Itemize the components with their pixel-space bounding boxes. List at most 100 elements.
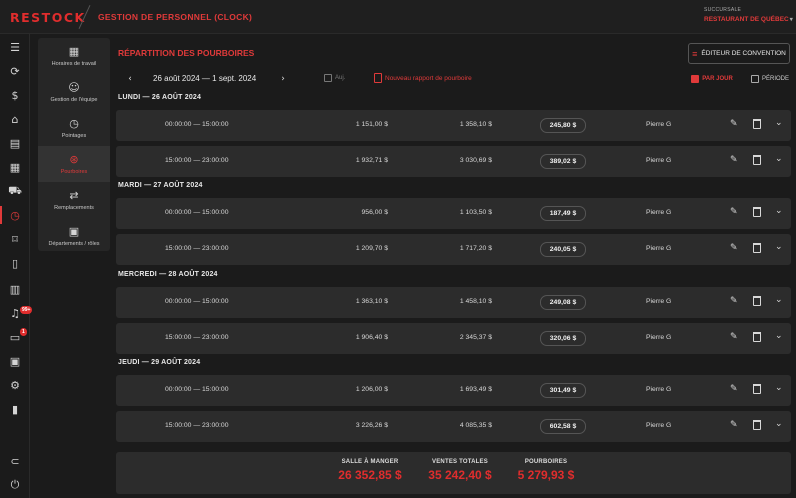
- calendar-icon: [750, 75, 759, 83]
- branch-selector[interactable]: RESTAURANT DE QUÉBEC▾: [704, 16, 793, 23]
- tag-icon[interactable]: ⌑: [0, 228, 30, 250]
- tip-amount[interactable]: 187,49 $: [540, 206, 586, 221]
- chevron-down-icon[interactable]: ⌄: [775, 419, 783, 429]
- total-dining-value: 26 352,85 $: [338, 468, 402, 482]
- chevron-down-icon[interactable]: ⌄: [775, 383, 783, 393]
- trash-icon[interactable]: ▯: [0, 252, 30, 274]
- edit-icon[interactable]: ✎: [730, 119, 738, 129]
- toggle-icon[interactable]: ⊂: [0, 450, 30, 472]
- new-tip-report-button[interactable]: Nouveau rapport de pourboire: [374, 73, 472, 83]
- trash-icon[interactable]: [753, 155, 761, 165]
- chevron-down-icon[interactable]: ⌄: [775, 331, 783, 341]
- submenu-item-team[interactable]: ☺ Gestion de l'équipe: [38, 74, 110, 110]
- convention-editor-button[interactable]: ≡ ÉDITEUR DE CONVENTION: [688, 43, 790, 64]
- submenu-item-replacements[interactable]: ⇄ Remplacements: [38, 182, 110, 218]
- tip-amount[interactable]: 240,05 $: [540, 242, 586, 257]
- dollar-icon: ⊛: [69, 152, 79, 166]
- trash-icon[interactable]: [753, 420, 761, 430]
- edit-icon[interactable]: ✎: [730, 155, 738, 165]
- tip-amount[interactable]: 602,58 $: [540, 419, 586, 434]
- next-week-button[interactable]: ›: [276, 72, 290, 86]
- employee-name: Pierre G: [646, 209, 672, 216]
- sales-amount: 4 085,35 $: [459, 422, 492, 429]
- table-row[interactable]: 15:00:00 — 23:00:00 1 932,71 $ 3 030,69 …: [116, 146, 791, 177]
- tip-amount[interactable]: 245,80 $: [540, 118, 586, 133]
- trash-icon[interactable]: [753, 384, 761, 394]
- submenu-item-departments[interactable]: ▣ Départements / rôles: [38, 218, 110, 254]
- employee-name: Pierre G: [646, 334, 672, 341]
- trash-icon[interactable]: [753, 207, 761, 217]
- dining-amount: 1 363,10 $: [355, 298, 388, 305]
- dining-amount: 1 206,00 $: [355, 386, 388, 393]
- logo[interactable]: RESTOCK: [10, 10, 86, 25]
- document-icon: [374, 73, 382, 83]
- table-row[interactable]: 00:00:00 — 15:00:00 1 206,00 $ 1 693,49 …: [116, 375, 791, 406]
- book-icon[interactable]: ▤: [0, 132, 30, 154]
- edit-icon[interactable]: ✎: [730, 243, 738, 253]
- employee-name: Pierre G: [646, 422, 672, 429]
- totals-panel: SALLE À MANGER 26 352,85 $ VENTES TOTALE…: [116, 452, 791, 494]
- shift-time: 00:00:00 — 15:00:00: [165, 209, 229, 216]
- chevron-down-icon[interactable]: ⌄: [775, 118, 783, 128]
- shift-time: 15:00:00 — 23:00:00: [165, 245, 229, 252]
- table-row[interactable]: 15:00:00 — 23:00:00 1 209,70 $ 1 717,20 …: [116, 234, 791, 265]
- chevron-down-icon[interactable]: ⌄: [775, 154, 783, 164]
- settings-icon[interactable]: ⚙: [0, 374, 30, 396]
- edit-icon[interactable]: ✎: [730, 420, 738, 430]
- today-button[interactable]: Auj.: [324, 74, 345, 82]
- table-row[interactable]: 00:00:00 — 15:00:00 1 363,10 $ 1 458,10 …: [116, 287, 791, 318]
- refresh-icon[interactable]: ⟳: [0, 60, 30, 82]
- convention-editor-label: ÉDITEUR DE CONVENTION: [701, 50, 786, 57]
- table-row[interactable]: 15:00:00 — 23:00:00 3 226,26 $ 4 085,35 …: [116, 411, 791, 442]
- period-button[interactable]: PÉRIODE: [749, 70, 791, 88]
- employee-name: Pierre G: [646, 245, 672, 252]
- day-header: MARDI — 27 AOÛT 2024: [118, 182, 203, 189]
- day-header: MERCREDI — 28 AOÛT 2024: [118, 271, 218, 278]
- submenu-label: Pointages: [61, 132, 87, 139]
- submenu-label: Pourboires: [60, 168, 88, 175]
- table-row[interactable]: 15:00:00 — 23:00:00 1 906,40 $ 2 345,37 …: [116, 323, 791, 354]
- menu-icon[interactable]: ☰: [0, 36, 30, 58]
- chevron-down-icon[interactable]: ⌄: [775, 242, 783, 252]
- tip-amount[interactable]: 389,02 $: [540, 154, 586, 169]
- tip-amount[interactable]: 320,06 $: [540, 331, 586, 346]
- submenu-item-tips[interactable]: ⊛ Pourboires: [38, 146, 110, 182]
- chevron-down-icon[interactable]: ⌄: [775, 295, 783, 305]
- tip-amount[interactable]: 249,08 $: [540, 295, 586, 310]
- employee-name: Pierre G: [646, 121, 672, 128]
- power-icon[interactable]: ⏻: [0, 474, 30, 496]
- submenu-item-schedules[interactable]: ▦ Horaires de travail: [38, 38, 110, 74]
- submenu-item-punches[interactable]: ◷ Pointages: [38, 110, 110, 146]
- sales-amount: 1 717,20 $: [459, 245, 492, 252]
- submenu-label: Horaires de travail: [51, 60, 97, 67]
- edit-icon[interactable]: ✎: [730, 332, 738, 342]
- employee-name: Pierre G: [646, 157, 672, 164]
- dollar-icon[interactable]: $: [0, 84, 30, 106]
- trash-icon[interactable]: [753, 119, 761, 129]
- branch-value: RESTAURANT DE QUÉBEC: [704, 16, 789, 23]
- table-row[interactable]: 00:00:00 — 15:00:00 956,00 $ 1 103,50 $ …: [116, 198, 791, 229]
- previous-week-button[interactable]: ‹: [123, 72, 137, 86]
- trash-icon[interactable]: [753, 332, 761, 342]
- shift-time: 00:00:00 — 15:00:00: [165, 121, 229, 128]
- chevron-down-icon[interactable]: ⌄: [775, 206, 783, 216]
- sales-amount: 1 458,10 $: [459, 298, 492, 305]
- truck-icon[interactable]: ⛟: [0, 180, 30, 202]
- trash-icon[interactable]: [753, 296, 761, 306]
- store-icon[interactable]: ▣: [0, 350, 30, 372]
- tip-amount[interactable]: 301,49 $: [540, 383, 586, 398]
- branch-label: SUCCURSALE: [704, 7, 742, 13]
- by-day-button[interactable]: PAR JOUR: [689, 70, 735, 88]
- trash-icon[interactable]: [753, 243, 761, 253]
- new-report-label: Nouveau rapport de pourboire: [385, 74, 472, 82]
- clock-icon[interactable]: ◷: [0, 204, 30, 226]
- table-row[interactable]: 00:00:00 — 15:00:00 1 151,00 $ 1 358,10 …: [116, 110, 791, 141]
- document-icon[interactable]: ▦: [0, 156, 30, 178]
- bank-icon[interactable]: ⌂: [0, 108, 30, 130]
- edit-icon[interactable]: ✎: [730, 384, 738, 394]
- bar-chart-icon[interactable]: ▥: [0, 278, 30, 300]
- tablet-icon[interactable]: ▮: [0, 398, 30, 420]
- edit-icon[interactable]: ✎: [730, 207, 738, 217]
- sales-amount: 1 693,49 $: [459, 386, 492, 393]
- edit-icon[interactable]: ✎: [730, 296, 738, 306]
